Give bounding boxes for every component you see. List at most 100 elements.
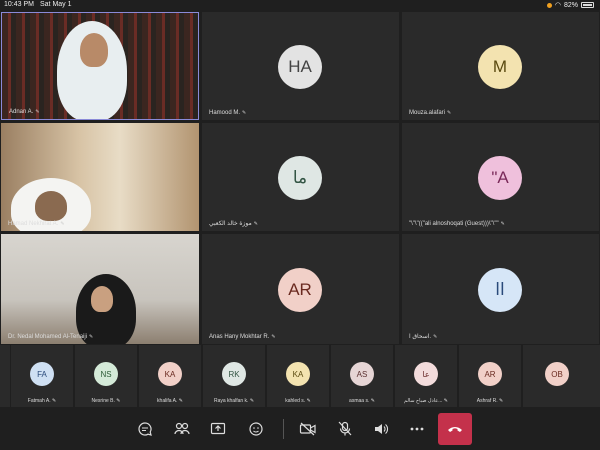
reactions-button[interactable] [244, 417, 268, 441]
people-icon [174, 422, 190, 435]
avatar: RK [222, 362, 246, 386]
status-time: 10:43 PM [4, 1, 34, 8]
camera-off-icon [299, 422, 316, 436]
avatar: FA [30, 362, 54, 386]
avatar-tile-anas[interactable]: AR Anas Hany Mokhtar R. ✎ [202, 234, 399, 344]
participant-strip[interactable]: FA Fatmah A. ✎ NS Nesrine B. ✎ KA khalif… [0, 345, 600, 407]
speaker-button[interactable] [369, 417, 393, 441]
avatar: AR [278, 268, 322, 312]
avatar: AS [350, 362, 374, 386]
avatar-initials: اا [495, 280, 505, 299]
tile-name-mozah: موزة خالد الكعبي ✎ [209, 220, 258, 228]
strip-name: asmaa s. ✎ [349, 398, 375, 404]
avatar-initials: OB [551, 369, 563, 379]
avatar-initials: عا [422, 369, 430, 379]
wifi-icon: ◠ [554, 2, 561, 9]
strip-name-text: khalifa A. [157, 398, 178, 404]
avatar-initials: RK [228, 369, 240, 379]
strip-tile[interactable]: AR Ashraf R. ✎ [459, 345, 521, 407]
more-icon [410, 427, 424, 431]
participants-button[interactable] [170, 417, 194, 441]
strip-name: Raya khalfan k. ✎ [213, 398, 255, 404]
avatar-initials: KA [164, 369, 176, 379]
recording-dot-icon [546, 2, 552, 8]
strip-name: Ashraf R. ✎ [476, 398, 504, 404]
strip-tile[interactable]: KA kahled s. ✎ [267, 345, 329, 407]
avatar: AR [478, 362, 502, 386]
share-screen-button[interactable] [206, 417, 230, 441]
avatar-tile-hamood[interactable]: HA Hamood M. ✎ [202, 12, 399, 120]
mic-muted-icon: ✎ [253, 220, 258, 227]
mic-toggle-button[interactable] [333, 417, 357, 441]
share-screen-icon [210, 422, 226, 435]
tile-name-anas: Anas Hany Mokhtar R. ✎ [209, 334, 276, 340]
chat-button[interactable] [133, 417, 157, 441]
tile-name-hamood-text: Hamood M. [209, 110, 241, 116]
strip-tile-partial[interactable] [0, 345, 10, 407]
mic-off-icon [338, 421, 352, 436]
mic-muted-icon: ✎ [433, 333, 438, 340]
strip-name-text: Ashraf R. [476, 398, 498, 404]
participant-face-adnan [80, 33, 108, 67]
mic-muted-icon: ✎ [242, 110, 247, 116]
avatar-tile-mozah[interactable]: ما موزة خالد الكعبي ✎ [202, 123, 399, 231]
speaker-icon [375, 424, 388, 434]
strip-tile[interactable]: FA Fatmah A. ✎ [11, 345, 73, 407]
camera-toggle-button[interactable] [296, 417, 320, 441]
video-tile-adnan[interactable]: Adnan A. ✎ [1, 12, 199, 120]
video-tile-nedal[interactable]: Dr. Nedal Mohamed Al-Tenaiji ✎ [1, 234, 199, 344]
tile-name-hamood: Hamood M. ✎ [209, 110, 246, 116]
avatar-tile-ali[interactable]: "A "\"\"(("ali alnoshoqati (Guest)))\"\"… [402, 123, 599, 231]
tile-name-hamad: Hamad Nekhirat A. ✎ [8, 221, 65, 227]
video-tile-hamad[interactable]: Hamad Nekhirat A. ✎ [1, 123, 199, 231]
avatar-tile-mouza[interactable]: M Mouza.alafari ✎ [402, 12, 599, 120]
avatar-initials: ما [292, 168, 308, 187]
avatar: KA [158, 362, 182, 386]
strip-name-text: Fatmah A. [27, 398, 51, 404]
status-date: Sat May 1 [40, 1, 72, 8]
tile-name-adnan-text: Adnan A. [9, 109, 34, 115]
avatar: ما [278, 156, 322, 200]
avatar: KA [286, 362, 310, 386]
strip-name: Fatmah A. ✎ [27, 398, 57, 404]
strip-name-text: Nesrine B. [91, 398, 115, 404]
strip-name: khalifa A. ✎ [157, 398, 183, 404]
strip-tile[interactable]: OB [523, 345, 600, 407]
avatar-tile-ishaq[interactable]: اا اسحاق ا. ✎ [402, 234, 599, 344]
avatar: OB [545, 362, 569, 386]
meeting-toolbar [0, 407, 600, 450]
strip-name-text: عادل صباح سالم... [404, 398, 443, 404]
more-options-button[interactable] [405, 417, 429, 441]
tile-name-ali-text: "\"\"(("ali alnoshoqati (Guest)))\"\"" [409, 221, 499, 227]
strip-name: kahled s. ✎ [285, 398, 311, 404]
tile-name-ali: "\"\"(("ali alnoshoqati (Guest)))\"\"" ✎ [409, 221, 505, 227]
avatar: اا [478, 268, 522, 312]
tile-name-nedal: Dr. Nedal Mohamed Al-Tenaiji ✎ [8, 334, 93, 340]
participant-grid: Adnan A. ✎ Hamad Nekhirat A. ✎ Dr. Nedal M… [0, 11, 600, 344]
strip-name-text: asmaa s. [349, 398, 370, 404]
tile-name-mouza: Mouza.alafari ✎ [409, 110, 451, 116]
strip-tile[interactable]: NS Nesrine B. ✎ [75, 345, 137, 407]
status-bar: 10:43 PM Sat May 1 ◠ 82% [0, 0, 600, 11]
mic-muted-icon: ✎ [271, 334, 276, 340]
strip-tile[interactable]: عا عادل صباح سالم... ✎ [395, 345, 457, 407]
avatar-initials: AS [356, 369, 368, 379]
tile-name-mozah-text: موزة خالد الكعبي [209, 221, 252, 227]
leave-call-button[interactable] [438, 413, 472, 445]
strip-tile[interactable]: RK Raya khalfan k. ✎ [203, 345, 265, 407]
mic-muted-icon: ✎ [60, 221, 65, 227]
participant-face-nedal [91, 286, 113, 312]
strip-name: عادل صباح سالم... ✎ [404, 398, 448, 404]
battery-icon [581, 2, 594, 8]
avatar-initials: AR [484, 369, 496, 379]
strip-name: Nesrine B. ✎ [91, 398, 121, 404]
avatar-initials: "A [491, 168, 509, 187]
avatar: "A [478, 156, 522, 200]
avatar: HA [278, 45, 322, 89]
tile-name-adnan: Adnan A. ✎ [9, 109, 40, 115]
strip-tile[interactable]: AS asmaa s. ✎ [331, 345, 393, 407]
strip-tile[interactable]: KA khalifa A. ✎ [139, 345, 201, 407]
toolbar-divider [283, 419, 284, 439]
mic-muted-icon: ✎ [500, 221, 505, 227]
avatar: M [478, 45, 522, 89]
